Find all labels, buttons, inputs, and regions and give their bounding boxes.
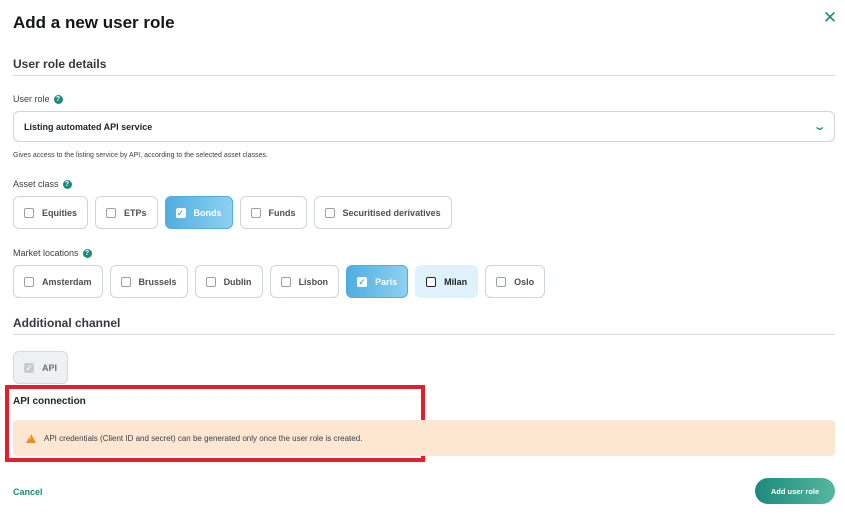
user-role-select-value: Listing automated API service	[24, 121, 153, 132]
user-role-label: User role ?	[13, 94, 63, 104]
page-title: Add a new user role	[13, 13, 175, 32]
checkbox-icon[interactable]	[106, 207, 117, 218]
checkbox-icon[interactable]	[426, 276, 437, 287]
additional-channel-options: ✓ API	[13, 351, 69, 384]
help-icon[interactable]: ?	[53, 94, 63, 104]
market-brussels[interactable]: Brussels	[109, 265, 188, 298]
asset-class-equities[interactable]: Equities	[13, 196, 89, 229]
market-oslo[interactable]: Oslo	[485, 265, 546, 298]
asset-class-bonds[interactable]: ✓ Bonds	[164, 196, 233, 229]
checkbox-icon[interactable]	[280, 276, 291, 287]
chip-label: ETPs	[124, 207, 147, 218]
channel-api[interactable]: ✓ API	[13, 351, 69, 384]
market-locations-options: Amsterdam Brussels Dublin Lisbon ✓ Paris …	[13, 265, 546, 298]
user-role-hint: Gives access to the listing service by A…	[13, 152, 268, 159]
checkbox-checked-icon[interactable]: ✓	[357, 276, 368, 287]
chip-label: Bonds	[193, 207, 222, 218]
checkbox-icon[interactable]	[324, 207, 335, 218]
chip-label: API	[42, 362, 58, 373]
chip-label: Lisbon	[298, 276, 329, 287]
warning-icon	[26, 433, 36, 443]
asset-class-label-text: Asset class	[13, 179, 59, 189]
market-milan[interactable]: Milan	[415, 265, 479, 298]
checkbox-icon[interactable]	[496, 276, 507, 287]
user-role-label-text: User role	[13, 94, 50, 104]
checkbox-icon[interactable]	[24, 276, 34, 287]
divider	[13, 75, 835, 76]
chip-label: Equities	[42, 207, 78, 218]
asset-class-securitised-derivatives[interactable]: Securitised derivatives	[313, 196, 452, 229]
chip-label: Oslo	[514, 276, 535, 287]
close-icon[interactable]: ✕	[822, 9, 838, 26]
chip-label: Milan	[444, 276, 468, 287]
chip-label: Brussels	[138, 276, 177, 287]
chip-label: Amsterdam	[42, 276, 92, 287]
asset-class-funds[interactable]: Funds	[239, 196, 307, 229]
market-paris[interactable]: ✓ Paris	[346, 265, 409, 298]
section-title-additional: Additional channel	[13, 316, 121, 330]
api-connection-title: API connection	[13, 396, 86, 407]
alert-text: API credentials (Client ID and secret) c…	[44, 433, 363, 443]
chip-label: Funds	[268, 207, 296, 218]
user-role-select[interactable]: Listing automated API service ⌄	[13, 111, 835, 142]
market-dublin[interactable]: Dublin	[194, 265, 263, 298]
checkbox-checked-icon[interactable]: ✓	[175, 207, 186, 218]
market-locations-label-text: Market locations	[13, 248, 79, 258]
checkbox-icon[interactable]	[250, 207, 261, 218]
market-amsterdam[interactable]: Amsterdam	[13, 265, 103, 298]
chip-label: Securitised derivatives	[342, 207, 441, 218]
add-user-role-button[interactable]: Add user role	[755, 478, 835, 504]
market-lisbon[interactable]: Lisbon	[269, 265, 340, 298]
asset-class-label: Asset class ?	[13, 179, 72, 189]
api-credentials-alert: API credentials (Client ID and secret) c…	[13, 420, 835, 456]
chip-label: Dublin	[223, 276, 252, 287]
help-icon[interactable]: ?	[62, 179, 72, 189]
asset-class-options: Equities ETPs ✓ Bonds Funds Securitised d…	[13, 196, 452, 229]
chevron-down-icon: ⌄	[812, 121, 827, 133]
asset-class-etps[interactable]: ETPs	[95, 196, 158, 229]
checkbox-icon[interactable]	[205, 276, 216, 287]
section-title-details: User role details	[13, 57, 107, 71]
checkbox-checked-icon[interactable]: ✓	[24, 362, 34, 373]
divider	[13, 334, 835, 335]
checkbox-icon[interactable]	[120, 276, 131, 287]
chip-label: Paris	[375, 276, 398, 287]
checkbox-icon[interactable]	[24, 207, 34, 218]
cancel-button[interactable]: Cancel	[13, 487, 43, 497]
help-icon[interactable]: ?	[82, 248, 92, 258]
market-locations-label: Market locations ?	[13, 248, 92, 258]
